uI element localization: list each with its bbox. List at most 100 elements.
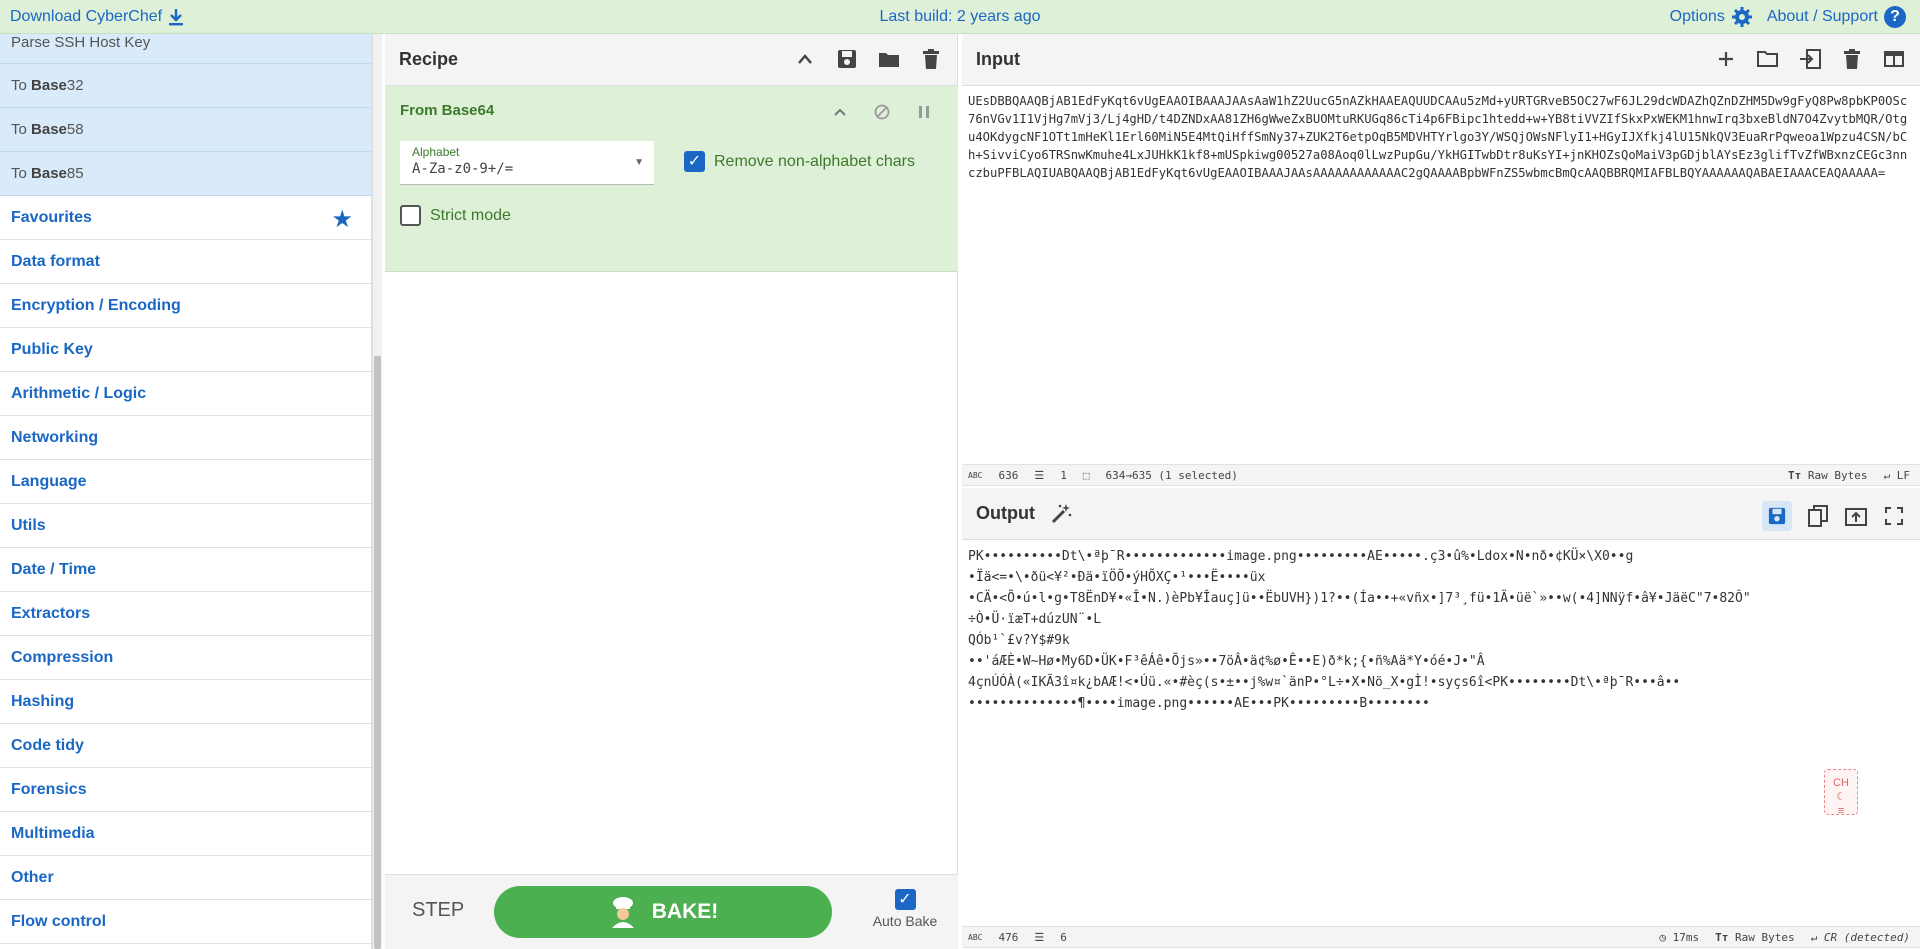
copy-icon (1808, 505, 1828, 527)
bake-label: BAKE! (651, 900, 719, 923)
category-networking[interactable]: Networking (0, 416, 371, 460)
char-count-icon: ABC (968, 470, 983, 480)
category-arithmetic-logic[interactable]: Arithmetic / Logic (0, 372, 371, 416)
category-compression[interactable]: Compression (0, 636, 371, 680)
open-file-button[interactable] (1798, 47, 1822, 71)
operation-parse-ssh-host-key[interactable]: Parse SSH Host Key (0, 34, 371, 64)
checkbox-checked-icon[interactable]: ✓ (894, 889, 916, 910)
char-count-icon: ABC (968, 932, 983, 942)
chef-icon (611, 897, 634, 928)
add-tab-button[interactable] (1714, 47, 1738, 71)
category-public-key[interactable]: Public Key (0, 328, 371, 372)
operation-label-suffix: 85 (66, 165, 84, 182)
auto-bake-checkbox[interactable]: ✓ Auto Bake (865, 889, 945, 929)
recipe-title: Recipe (399, 49, 459, 69)
chef-helper-badge[interactable]: CH ☾ ≡ (1824, 769, 1858, 817)
reset-layout-button[interactable] (1882, 47, 1906, 71)
bake-button[interactable]: BAKE! (494, 886, 832, 938)
category-encryption-encoding[interactable]: Encryption / Encoding (0, 284, 371, 328)
checkbox-unchecked-icon[interactable] (400, 205, 421, 226)
input-selection: 634→635 (1 selected) (1105, 468, 1238, 482)
save-output-button[interactable] (1762, 501, 1792, 531)
category-data-format[interactable]: Data format (0, 240, 371, 284)
operation-to-base85[interactable]: To Base 85 (0, 152, 371, 196)
remove-non-alphabet-checkbox[interactable]: ✓ Remove non-alphabet chars (684, 151, 915, 172)
clear-input-button[interactable] (1840, 47, 1864, 71)
top-banner: Download CyberChef Last build: 2 years a… (0, 0, 1920, 34)
category-flow-control[interactable]: Flow control (0, 900, 371, 944)
strict-mode-checkbox[interactable]: Strict mode (400, 205, 511, 226)
category-date-time[interactable]: Date / Time (0, 548, 371, 592)
category-label: Hashing (11, 692, 75, 710)
operation-label-prefix: To (11, 165, 27, 182)
category-language[interactable]: Language (0, 460, 371, 504)
bake-controls: STEP BAKE! ✓ Auto Bake (385, 874, 958, 949)
save-recipe-button[interactable] (835, 47, 859, 71)
category-favourites[interactable]: Favourites ★ (0, 196, 371, 240)
scrollbar-thumb[interactable] (374, 356, 381, 949)
category-code-tidy[interactable]: Code tidy (0, 724, 371, 768)
options-button[interactable]: Options (1670, 6, 1753, 28)
input-encoding-button[interactable]: Tт Raw Bytes (1788, 469, 1867, 482)
download-cyberchef-link[interactable]: Download CyberChef (10, 8, 184, 26)
star-icon: ★ (331, 206, 353, 233)
options-label: Options (1669, 8, 1725, 25)
output-status-bar: ABC 476 ☰ 6 ◷ 17ms Tт Raw Bytes ↵ CR (dete… (962, 926, 1920, 948)
category-hashing[interactable]: Hashing (0, 680, 371, 724)
clear-recipe-button[interactable] (919, 47, 943, 71)
maximise-output-button[interactable] (1882, 504, 1906, 528)
operation-to-base32[interactable]: To Base 32 (0, 64, 371, 108)
load-recipe-button[interactable] (877, 47, 901, 71)
step-button[interactable]: STEP (412, 899, 464, 922)
auto-bake-label: Auto Bake (872, 913, 938, 929)
gear-icon (1731, 7, 1752, 27)
copy-output-button[interactable] (1806, 504, 1830, 528)
category-label: Date / Time (11, 560, 97, 578)
magic-wand-icon (1051, 503, 1072, 523)
help-icon: ? (1884, 6, 1906, 28)
io-panel: Input UEsDBBQAAQBjAB1EdFyKqt6vUgEAAOIBAA… (962, 34, 1920, 949)
input-eol-button[interactable]: ↵ LF (1884, 469, 1911, 482)
collapse-operation-button[interactable] (828, 100, 852, 124)
layout-icon (1884, 51, 1904, 67)
operation-label-suffix: 32 (66, 77, 84, 94)
eol-label: CR (detected) (1823, 931, 1910, 944)
alphabet-select[interactable]: Alphabet A-Za-z0-9+/= ▼ (400, 141, 654, 185)
collapse-all-button[interactable] (793, 47, 817, 71)
text-icon: Tт (1715, 931, 1729, 944)
magic-button[interactable] (1049, 502, 1073, 526)
output-line: ••'áÆÈ•W~Hø•My6D•ÜK•F³êÁê•Õjs»••7öÂ•ä¢%ø… (968, 654, 1485, 669)
replace-input-button[interactable] (1844, 504, 1868, 528)
open-folder-button[interactable] (1756, 47, 1780, 71)
category-forensics[interactable]: Forensics (0, 768, 371, 812)
operation-from-base64[interactable]: From Base64 Alphabet A-Za-z0-9+/= ▼ ✓ Re… (385, 86, 958, 272)
pause-operation-button[interactable] (912, 100, 936, 124)
output-char-count: 476 (998, 930, 1019, 944)
input-status-bar: ABC 636 ☰ 1 ⬚ 634→635 (1 selected) Tт Raw B… (962, 464, 1920, 486)
category-label: Data format (11, 252, 100, 270)
chevron-up-icon (834, 108, 846, 116)
category-label: Compression (11, 648, 114, 666)
category-other[interactable]: Other (0, 856, 371, 900)
output-eol-button[interactable]: ↵ CR (detected) (1811, 931, 1910, 944)
output-textarea[interactable]: PK••••••••••Dt\•ªþ¯R•••••••••••••image.p… (962, 540, 1920, 918)
category-utils[interactable]: Utils (0, 504, 371, 548)
input-textarea[interactable]: UEsDBBQAAQBjAB1EdFyKqt6vUgEAAOIBAAAJAAsA… (962, 86, 1920, 464)
operation-to-base58[interactable]: To Base 58 (0, 108, 371, 152)
operations-scrollbar[interactable] (372, 34, 382, 949)
output-line: ÷Ò•Ü·ïæT+dúzUN¨•L (968, 612, 1102, 627)
disable-operation-button[interactable] (870, 100, 894, 124)
checkbox-checked-icon[interactable]: ✓ (684, 151, 705, 172)
output-line: •Ïä<=•\•ðü<¥²•Ðä•ïÖÕ•ýHÕXÇ•¹•••Ë••••üx (968, 570, 1266, 585)
line-count-icon: ☰ (1034, 468, 1045, 482)
strict-mode-label: Strict mode (430, 206, 511, 224)
category-label: Flow control (11, 912, 107, 930)
output-line: PK••••••••••Dt\•ªþ¯R•••••••••••••image.p… (968, 549, 1634, 564)
category-extractors[interactable]: Extractors (0, 592, 371, 636)
about-support-button[interactable]: About / Support ? (1767, 6, 1906, 28)
download-label: Download CyberChef (10, 8, 163, 25)
output-encoding-button[interactable]: Tт Raw Bytes (1715, 931, 1794, 944)
category-multimedia[interactable]: Multimedia (0, 812, 371, 856)
output-line: QÓb¹`£v?Y$#9k (968, 633, 1070, 648)
output-line: 4çnÚÓÀ(«IKÃ3î¤k¿bAÆ!<•Úü.«•#èç(s•±••j%w¤… (968, 675, 1681, 690)
